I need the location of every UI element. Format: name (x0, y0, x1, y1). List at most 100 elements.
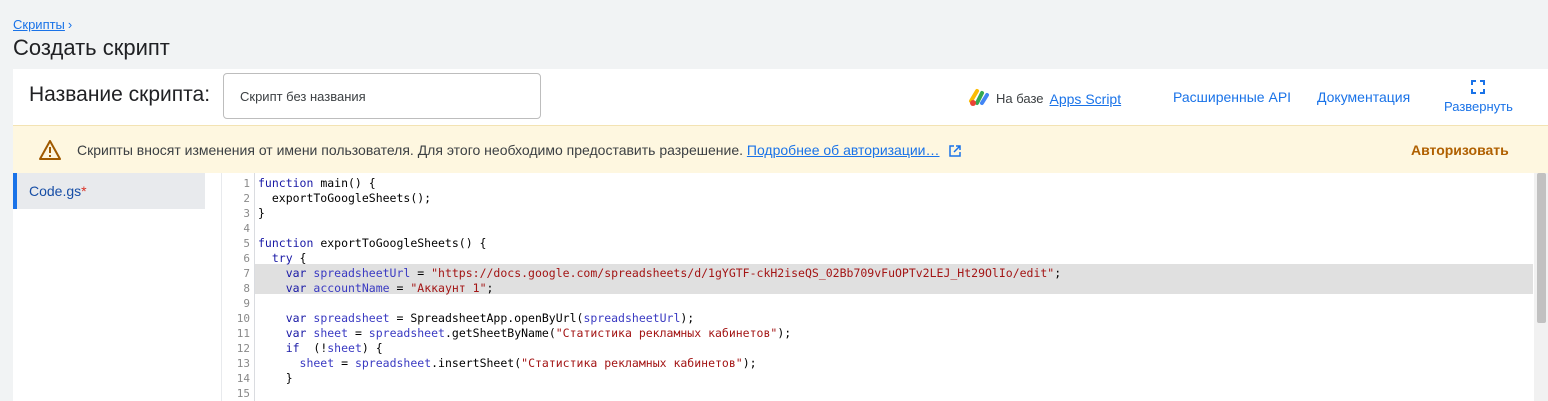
script-name-input[interactable] (223, 73, 541, 119)
line-number: 8 (243, 282, 250, 295)
code-token: main() { (320, 176, 376, 190)
code-token: } (258, 206, 265, 220)
code-token: try (258, 251, 300, 265)
code-token: (! (306, 341, 328, 355)
code-token: sheet (258, 356, 335, 370)
code-token: "Статистика рекламных кабинетов" (555, 326, 778, 340)
warning-message: Скрипты вносят изменения от имени пользо… (77, 142, 962, 160)
code-token: } (258, 371, 293, 385)
code-token: spreadsheet (354, 356, 432, 370)
line-number: 2 (243, 192, 250, 205)
file-item-code-gs[interactable]: Code.gs* (13, 173, 205, 209)
code-token: = SpreadsheetApp.openByUrl( (389, 311, 584, 325)
code-token: ); (777, 326, 792, 340)
authorization-warning: Скрипты вносят изменения от имени пользо… (13, 125, 1548, 173)
authorization-learn-more-link[interactable]: Подробнее об авторизации… (747, 142, 940, 158)
script-name-label: Название скрипта: (29, 83, 211, 106)
code-token: function (258, 236, 321, 250)
code-line: var accountName = "Аккаунт 1"; (258, 281, 494, 296)
line-number: 15 (236, 387, 250, 400)
editor-scrollbar[interactable] (1534, 173, 1548, 401)
apps-script-link[interactable]: Apps Script (1050, 91, 1122, 107)
code-token: "https://docs.google.com/spreadsheets/d/… (431, 266, 1055, 280)
line-number: 5 (243, 237, 250, 250)
line-number: 3 (243, 207, 250, 220)
code-token: var (258, 311, 314, 325)
code-token: = (389, 281, 411, 295)
warning-text: Скрипты вносят изменения от имени пользо… (77, 142, 743, 158)
line-number: 10 (236, 312, 250, 325)
chevron-right-icon: › (67, 17, 73, 32)
code-line: if (!sheet) { (258, 341, 383, 356)
expand-label: Развернуть (1444, 99, 1513, 114)
line-number: 14 (236, 372, 250, 385)
unsaved-indicator: * (81, 183, 87, 199)
code-line: try { (258, 251, 307, 266)
line-number: 4 (243, 222, 250, 235)
code-line: var sheet = spreadsheet.getSheetByName("… (258, 326, 791, 341)
code-token: spreadsheet (368, 326, 445, 340)
line-number: 11 (236, 327, 250, 340)
code-token: var (258, 326, 314, 340)
code-line: var spreadsheetUrl = "https://docs.googl… (258, 266, 1061, 281)
apps-script-badge: На базе Apps Script (968, 87, 1121, 110)
code-token: spreadsheetUrl (583, 311, 681, 325)
code-token: if (258, 341, 307, 355)
script-editor-panel: Название скрипта: На базе Apps Script Ра… (13, 69, 1548, 401)
line-number: 9 (243, 297, 250, 310)
code-token: ); (680, 311, 695, 325)
code-token: ; (1054, 266, 1062, 280)
open-in-new-icon (949, 144, 962, 160)
code-line: exportToGoogleSheets(); (258, 191, 431, 206)
apps-script-logo-icon (968, 87, 990, 110)
code-token: function (258, 176, 321, 190)
file-name: Code.gs (29, 183, 82, 199)
line-number: 1 (243, 177, 250, 190)
code-line: sheet = spreadsheet.insertSheet("Статист… (258, 356, 757, 371)
script-header: Название скрипта: На базе Apps Script Ра… (13, 69, 1548, 125)
line-number-gutter: 1 2 3 4 5 6 7 8 9 10 11 12 13 14 15 (222, 173, 255, 401)
code-token: spreadsheetUrl (313, 266, 411, 280)
code-token: sheet (327, 341, 362, 355)
code-token: accountName (313, 281, 390, 295)
warning-icon (39, 140, 61, 165)
code-token: = (348, 326, 369, 340)
line-number: 12 (236, 342, 250, 355)
fullscreen-icon (1471, 80, 1485, 94)
documentation-link[interactable]: Документация (1317, 89, 1410, 105)
code-token: var (258, 281, 314, 295)
line-number: 6 (243, 252, 250, 265)
code-token: ) { (361, 341, 383, 355)
code-token: = (334, 356, 355, 370)
code-token: "Статистика рекламных кабинетов" (521, 356, 743, 370)
breadcrumb: Скрипты › (13, 17, 72, 32)
code-editor[interactable]: 1 2 3 4 5 6 7 8 9 10 11 12 13 14 15 function main() { … (221, 173, 1535, 401)
advanced-api-link[interactable]: Расширенные API (1173, 89, 1291, 105)
expand-button[interactable]: Развернуть (1444, 79, 1513, 114)
code-token: { (299, 251, 307, 265)
code-token: ; (486, 281, 494, 295)
code-token: .insertSheet( (431, 356, 522, 370)
code-token: exportToGoogleSheets() { (320, 236, 487, 250)
code-token: "Аккаунт 1" (410, 281, 487, 295)
code-line: function exportToGoogleSheets() { (258, 236, 486, 251)
authorize-button[interactable]: Авторизовать (1411, 142, 1509, 158)
code-token: spreadsheet (313, 311, 390, 325)
code-token: = (410, 266, 432, 280)
code-token: exportToGoogleSheets(); (258, 191, 432, 205)
page-title: Создать скрипт (13, 35, 170, 60)
line-number: 13 (236, 357, 250, 370)
breadcrumb-scripts-link[interactable]: Скрипты (13, 17, 65, 32)
code-token: .getSheetByName( (444, 326, 556, 340)
code-token: ); (742, 356, 757, 370)
code-area[interactable]: function main() { exportToGoogleSheets()… (255, 173, 1535, 401)
code-token: sheet (313, 326, 349, 340)
code-line: function main() { (258, 176, 376, 191)
code-line: var spreadsheet = SpreadsheetApp.openByU… (258, 311, 695, 326)
apps-script-prefix: На базе (996, 91, 1044, 106)
line-number: 7 (243, 267, 250, 280)
file-list: Code.gs* (13, 173, 205, 401)
scrollbar-thumb[interactable] (1537, 173, 1546, 323)
code-token: var (258, 266, 314, 280)
code-line: } (258, 206, 265, 221)
